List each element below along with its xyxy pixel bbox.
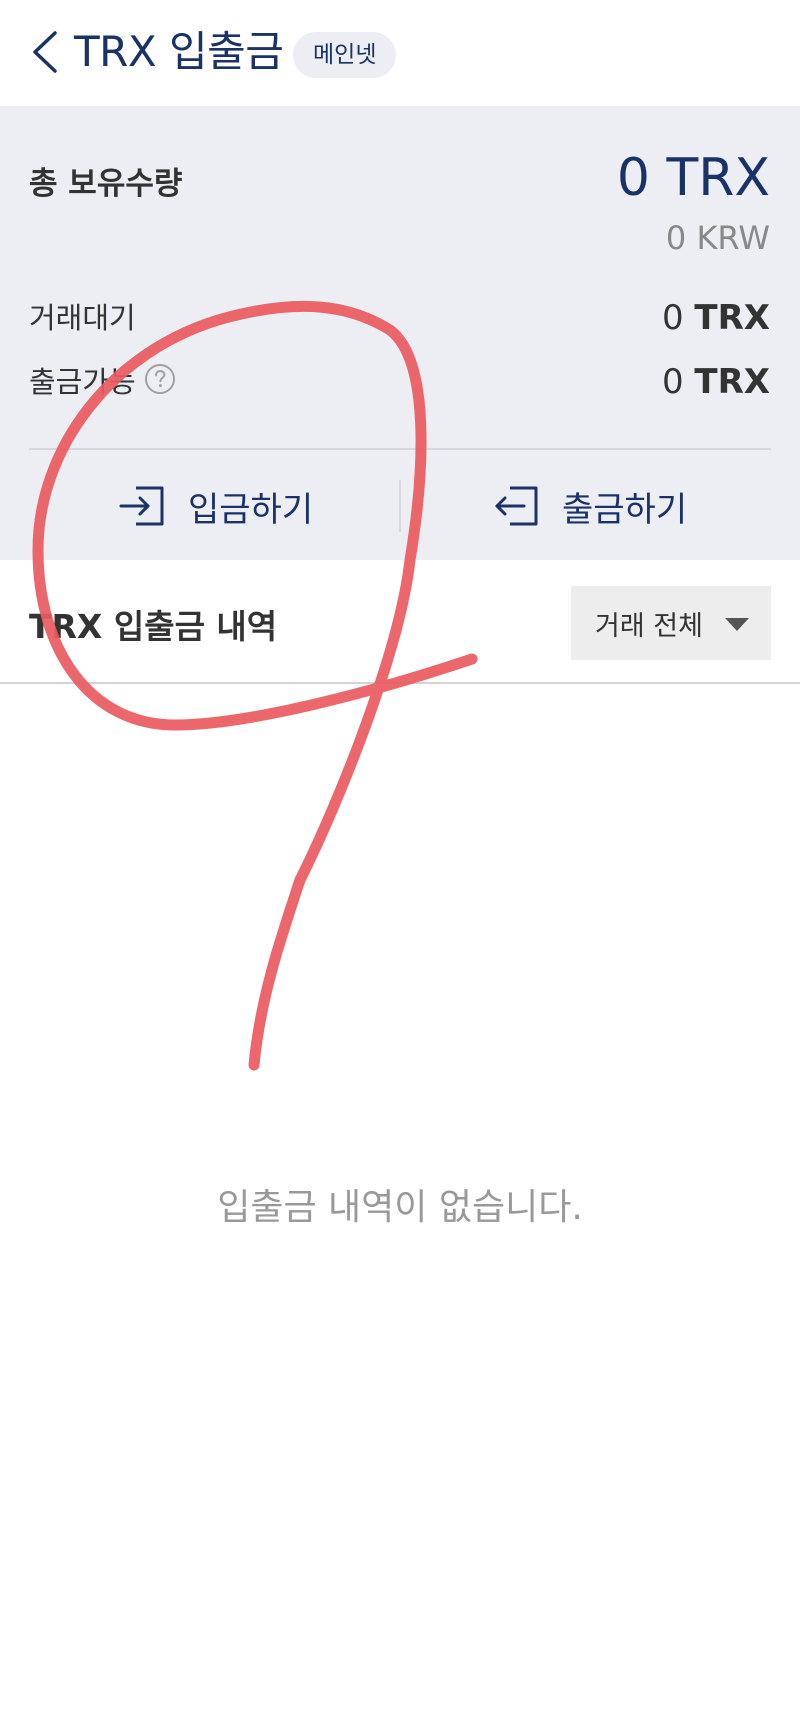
withdraw-button[interactable]: 출금하기 — [492, 460, 687, 552]
action-divider — [399, 480, 401, 532]
empty-history-message: 입출금 내역이 없습니다. — [217, 1187, 583, 1228]
withdraw-arrow-icon — [495, 486, 538, 526]
deposit-button[interactable]: 입금하기 — [118, 460, 313, 552]
deposit-label: 입금하기 — [188, 489, 314, 530]
page-title: TRX 입출금 — [74, 27, 284, 76]
withdraw-label: 출금하기 — [562, 489, 688, 530]
available-row-label: 출금가능 — [29, 362, 176, 405]
available-value: 0 TRX — [662, 362, 770, 402]
app-header: TRX 입출금 메인넷 — [0, 0, 800, 106]
question-circle-icon[interactable] — [144, 363, 176, 405]
caret-down-icon — [725, 618, 749, 631]
available-unit: TRX — [694, 362, 770, 402]
summary-divider — [29, 448, 771, 450]
total-holdings-krw: 0 KRW — [665, 219, 770, 257]
total-holdings-amount: 0 TRX — [616, 148, 770, 208]
pending-label: 거래대기 — [29, 301, 136, 335]
pending-value: 0 TRX — [662, 298, 770, 338]
transaction-filter-select[interactable]: 거래 전체 — [571, 586, 771, 660]
chevron-left-icon — [33, 31, 57, 73]
deposit-arrow-icon — [119, 486, 164, 526]
history-header: TRX 입출금 내역 거래 전체 — [0, 560, 800, 684]
history-title: TRX 입출금 내역 — [29, 607, 278, 646]
balance-summary: 총 보유수량 0 TRX 0 KRW 거래대기 0 TRX 출금가능 0 TRX… — [0, 106, 800, 560]
filter-value: 거래 전체 — [595, 610, 703, 642]
available-amount: 0 — [661, 362, 684, 402]
total-holdings-label: 총 보유수량 — [29, 166, 183, 202]
network-badge: 메인넷 — [293, 32, 397, 78]
available-label: 출금가능 — [29, 365, 136, 399]
back-button[interactable] — [22, 26, 66, 78]
pending-amount: 0 — [661, 298, 684, 338]
pending-unit: TRX — [694, 298, 770, 338]
